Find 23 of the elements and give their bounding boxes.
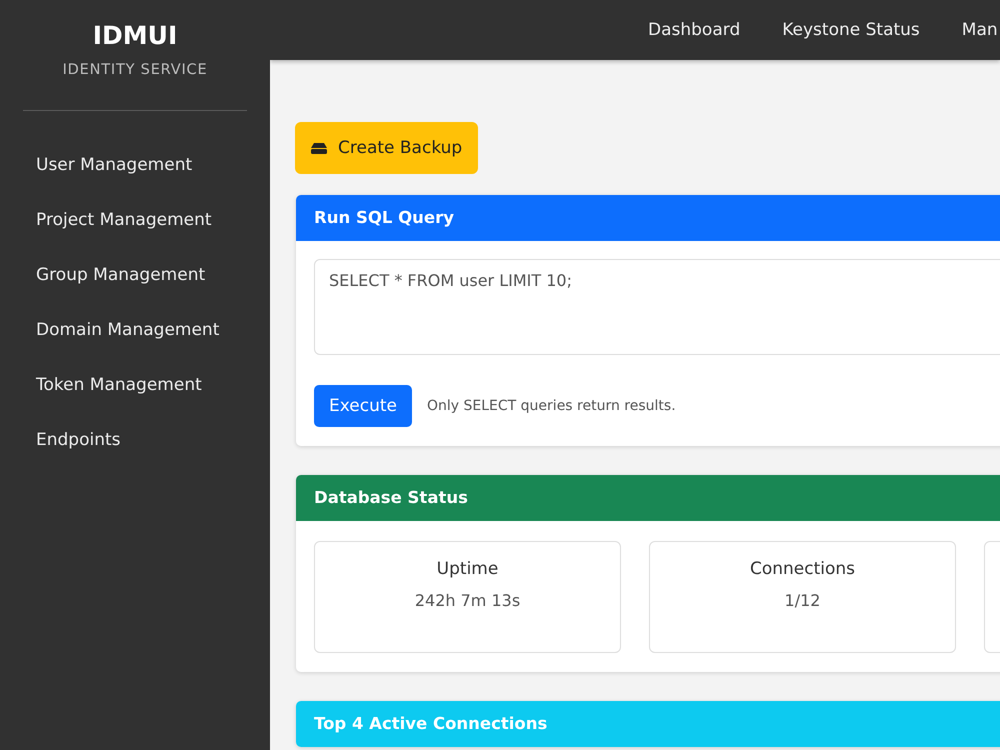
stat-value: 242h 7m 13s [414, 590, 520, 612]
sidebar-item[interactable]: Group Management [0, 248, 242, 303]
stat-label: Uptime [436, 558, 498, 581]
hard-drive-icon [311, 142, 327, 154]
card-header: Database Status [296, 475, 1000, 521]
nav-link[interactable]: Keystone Status [782, 20, 920, 40]
execute-button[interactable]: Execute [314, 385, 412, 427]
sidebar-item[interactable]: User Management [0, 138, 228, 193]
stat-label: Connections [750, 558, 856, 581]
backup-button[interactable]: Create Backup [295, 122, 478, 174]
app-subtitle: IDENTITY SERVICE [62, 61, 208, 80]
card-header: Top 4 Active Connections [296, 701, 1000, 747]
app-title: IDMUI [92, 22, 178, 50]
nav-link[interactable]: Dashboard [648, 20, 740, 40]
card-header: Run SQL Query [296, 195, 1000, 241]
query-field[interactable]: SELECT * FROM user LIMIT 10; [314, 259, 1000, 355]
sidebar-item[interactable]: Domain Management [0, 303, 256, 358]
nav-link[interactable]: Man [962, 20, 998, 40]
sidebar-item[interactable]: Project Management [0, 193, 248, 248]
hint-text: Only SELECT queries return results. [427, 398, 676, 414]
sidebar-item[interactable]: Token Management [0, 358, 238, 413]
sidebar-item[interactable]: Endpoints [0, 413, 157, 468]
stat-value: 1/12 [784, 590, 820, 612]
